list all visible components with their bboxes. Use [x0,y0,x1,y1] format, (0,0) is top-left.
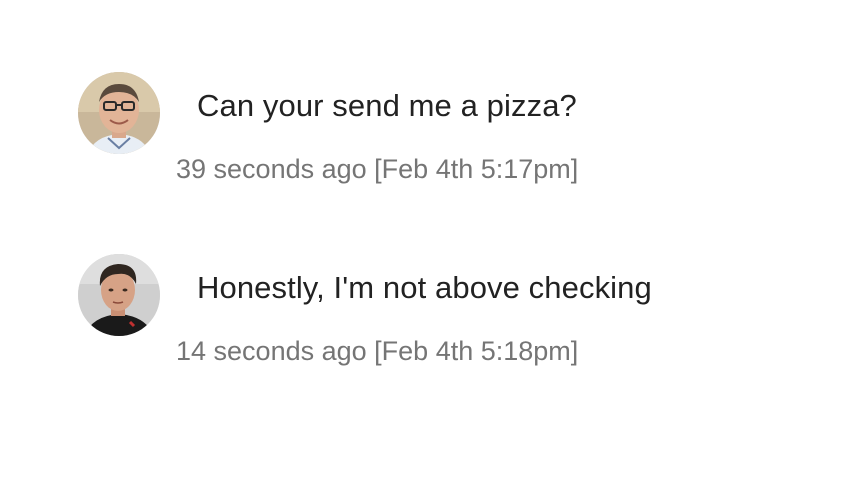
timestamp: [Feb 4th 5:18pm] [374,336,579,366]
message-item: Can your send me a pizza? 39 seconds ago… [0,70,850,200]
user-avatar-icon[interactable] [78,72,160,154]
relative-time: 14 seconds ago [176,336,367,366]
timestamp: [Feb 4th 5:17pm] [374,154,579,184]
message-meta: 39 seconds ago [Feb 4th 5:17pm] [176,154,578,185]
relative-time: 39 seconds ago [176,154,367,184]
message-meta: 14 seconds ago [Feb 4th 5:18pm] [176,336,578,367]
message-item: Honestly, I'm not above checking 14 seco… [0,252,850,382]
message-text: Can your send me a pizza? [197,88,577,123]
message-text: Honestly, I'm not above checking [197,270,652,305]
user-avatar-icon[interactable] [78,254,160,336]
